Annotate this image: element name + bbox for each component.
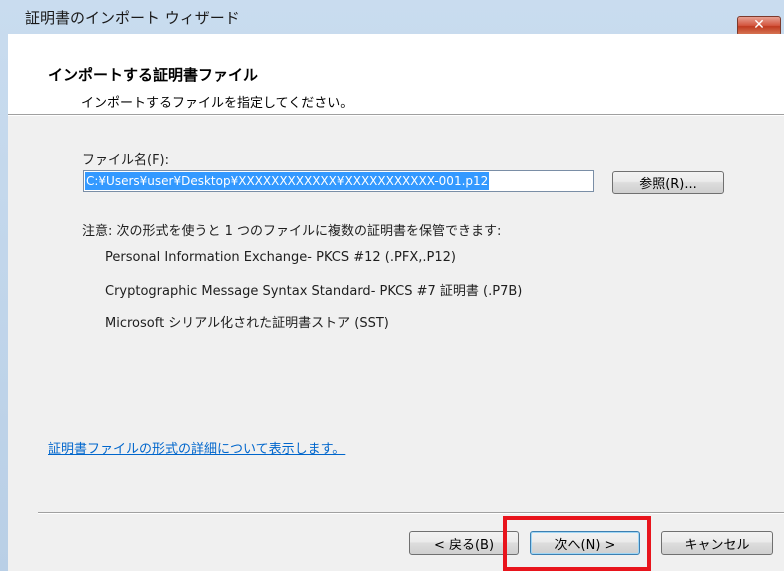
close-icon: ✕ <box>753 17 765 33</box>
close-button[interactable]: ✕ <box>737 16 781 36</box>
cancel-button[interactable]: キャンセル <box>661 531 773 555</box>
browse-button[interactable]: 参照(R)... <box>612 171 724 194</box>
header-divider <box>8 114 784 116</box>
format-item-p7b: Cryptographic Message Syntax Standard- P… <box>105 284 523 299</box>
wizard-header: インポートする証明書ファイル インポートするファイルを指定してください。 <box>8 34 784 114</box>
format-note: 注意: 次の形式を使うと 1 つのファイルに複数の証明書を保管できます: <box>82 224 502 239</box>
dialog-client-area: インポートする証明書ファイル インポートするファイルを指定してください。 ファイ… <box>8 34 784 571</box>
page-title: インポートする証明書ファイル <box>48 66 259 84</box>
footer-divider <box>38 512 784 514</box>
file-name-label: ファイル名(F): <box>82 153 170 168</box>
next-button-highlight-box <box>503 516 651 571</box>
title-bar[interactable]: 証明書のインポート ウィザード ✕ <box>0 0 784 36</box>
format-item-sst: Microsoft シリアル化された証明書ストア (SST) <box>105 316 389 331</box>
file-name-input-value[interactable]: C:¥Users¥user¥Desktop¥XXXXXXXXXXXX¥XXXXX… <box>85 172 490 190</box>
page-subtitle: インポートするファイルを指定してください。 <box>81 96 354 111</box>
format-details-link[interactable]: 証明書ファイルの形式の詳細について表示します。 <box>48 438 345 457</box>
window-title: 証明書のインポート ウィザード <box>25 9 240 27</box>
dialog-window: 証明書のインポート ウィザード ✕ インポートする証明書ファイル インポートする… <box>0 0 784 571</box>
format-item-pfx: Personal Information Exchange- PKCS #12 … <box>105 250 456 265</box>
